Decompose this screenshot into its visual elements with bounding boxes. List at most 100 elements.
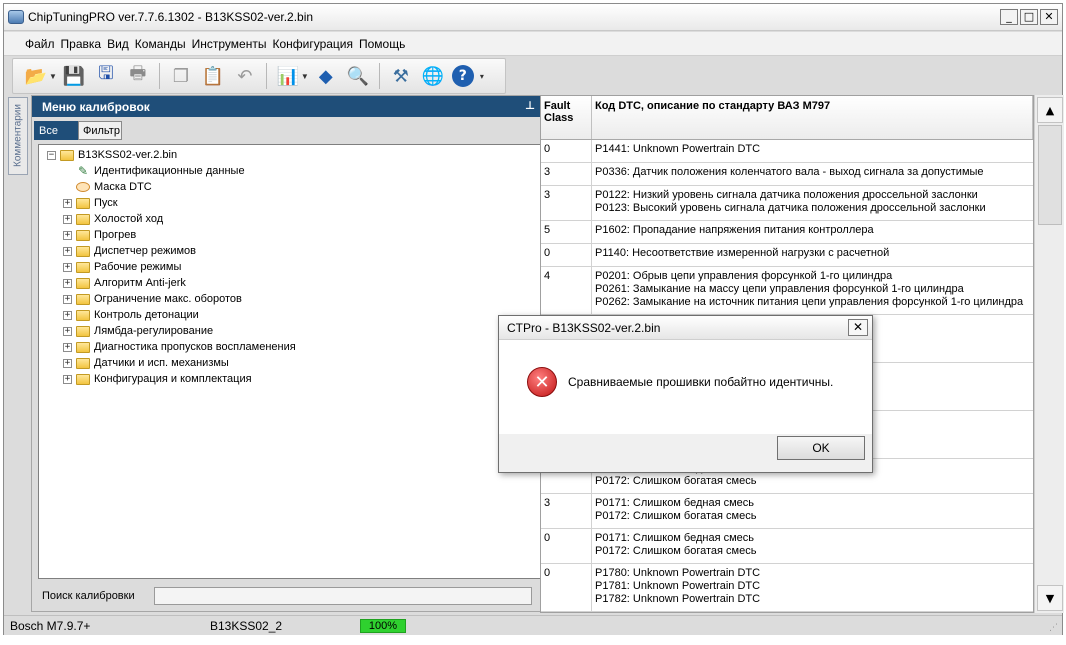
expand-icon[interactable]: + [63,374,72,384]
copy-icon[interactable]: ❐ [168,63,194,89]
expand-icon[interactable]: + [63,278,72,288]
tree-item-label: Рабочие режимы [94,261,182,273]
ok-button[interactable]: OK [777,436,865,460]
menu-view[interactable]: Вид [104,37,132,51]
menu-help[interactable]: Помощь [356,37,408,51]
tree-item[interactable]: + Диспетчер режимов [39,243,540,259]
tree-item[interactable]: ✎ Идентификационные данные [39,163,540,179]
table-row[interactable]: 0 P1441: Unknown Powertrain DTC [541,140,1033,163]
expand-icon[interactable]: + [63,294,72,304]
tree-item[interactable]: + Диагностика пропусков воспламенения [39,339,540,355]
column-dtc-description[interactable]: Код DTC, описание по стандарту ВАЗ М797 [592,96,1033,139]
menu-edit[interactable]: Правка [58,37,105,51]
expand-icon[interactable]: + [63,262,72,272]
close-button[interactable]: ✕ [1040,9,1058,25]
menu-tools[interactable]: Инструменты [189,37,270,51]
dtc-line: P0201: Обрыв цепи управления форсункой 1… [595,270,893,282]
pin-icon[interactable]: ⊥ [525,99,535,112]
info-icon[interactable]: ◆ [313,63,339,89]
toolbar-separator [265,63,267,89]
search-input[interactable] [154,587,532,605]
tree-item[interactable]: + Прогрев [39,227,540,243]
tree-item[interactable]: + Пуск [39,195,540,211]
table-row[interactable]: 5 P1602: Пропадание напряжения питания ко… [541,221,1033,244]
help-icon[interactable]: ? [451,65,474,87]
tree-item[interactable]: + Рабочие режимы [39,259,540,275]
dtc-line: P0123: Высокий уровень сигнала датчика п… [595,202,986,214]
scroll-down-button[interactable]: ▼ [1037,585,1063,611]
dtc-description-cell: P1602: Пропадание напряжения питания кон… [592,221,1033,243]
expand-icon[interactable]: + [63,246,72,256]
dtc-line: P0171: Слишком бедная смесь [595,497,755,509]
save-as-icon[interactable]: 🖫 [93,63,119,89]
dialog-message: Сравниваемые прошивки побайтно идентичны… [568,375,834,389]
tree-item[interactable]: + Лямбда-регулирование [39,323,540,339]
table-row[interactable]: 0 P0171: Слишком бедная смесь P0172: Слишк… [541,529,1033,564]
compare-icon[interactable]: 📊 [275,63,301,89]
dtc-line: P0261: Замыкание на массу цепи управлени… [595,283,964,295]
open-dropdown-icon[interactable]: ▼ [49,72,57,81]
folder-icon [76,277,90,289]
table-row[interactable]: 3P0171: Слишком бедная смесьP0172: Слишк… [541,494,1033,529]
dtc-description-cell: P0336: Датчик положения коленчатого вала… [592,163,1033,185]
calibration-search: Поиск калибровки [42,586,537,606]
tree-item[interactable]: + Ограничение макс. оборотов [39,291,540,307]
column-fault-class[interactable]: Fault Class [541,96,592,139]
tab-all[interactable]: Все [34,121,78,140]
status-progress: 100% [360,618,406,633]
dtc-description-cell: P0171: Слишком бедная смесьP0172: Слишко… [592,494,1033,528]
minimize-button[interactable]: _ [1000,9,1018,25]
tree-item[interactable]: + Конфигурация и комплектация [39,371,540,387]
expand-icon[interactable]: + [63,326,72,336]
tools-icon[interactable]: ⚒ [388,63,414,89]
mask-icon [76,182,90,192]
fault-class-cell: 5 [541,221,592,243]
dtc-description-cell: P1140: Несоответствие измеренной нагрузк… [592,244,1033,266]
paste-icon[interactable]: 📋 [200,63,226,89]
web-icon[interactable]: 🌐 [420,63,446,89]
tree-item[interactable]: + Датчики и исп. механизмы [39,355,540,371]
menu-commands[interactable]: Команды [132,37,189,51]
collapse-icon[interactable]: − [47,150,56,160]
tree-item[interactable]: Маска DTC [39,179,540,195]
expand-icon[interactable]: + [63,230,72,240]
tree-item[interactable]: + Контроль детонации [39,307,540,323]
menu-configuration[interactable]: Конфигурация [269,37,356,51]
search-icon[interactable]: 🔍 [345,63,371,89]
tab-filter[interactable]: Фильтр [78,121,122,140]
table-row[interactable]: 4 P0201: Обрыв цепи управления форсункой … [541,267,1033,315]
table-row[interactable]: 3 P0336: Датчик положения коленчатого вал… [541,163,1033,186]
scroll-up-button[interactable]: ▲ [1037,97,1063,123]
dialog-close-button[interactable]: ✕ [848,319,868,336]
table-row[interactable]: 3 P0122: Низкий уровень сигнала датчика п… [541,186,1033,221]
undo-icon[interactable]: ↶ [232,63,258,89]
comments-side-tab[interactable]: Комментарии [8,97,28,175]
resize-grip-icon[interactable]: ⋰ [1049,623,1058,633]
dtc-line: P0172: Слишком богатая смесь [595,545,757,557]
expand-icon[interactable]: + [63,358,72,368]
window-title: ChipTuningPRO ver.7.7.6.1302 - B13KSS02-… [28,10,314,24]
dtc-line: P0172: Слишком богатая смесь [595,475,757,487]
maximize-button[interactable]: □ [1020,9,1038,25]
expand-icon[interactable]: + [63,198,72,208]
table-row[interactable]: 0 P1780: Unknown Powertrain DTC P1781: Unk… [541,564,1033,612]
tree-item[interactable]: + Холостой ход [39,211,540,227]
print-icon[interactable]: 🖶 [125,63,151,89]
dtc-line: P0171: Слишком бедная смесь [595,532,755,544]
dtc-description-cell: P0171: Слишком бедная смесьP0172: Слишко… [592,529,1033,563]
tree-item[interactable]: + Алгоритм Anti-jerk [39,275,540,291]
menu-file[interactable]: Файл [22,37,58,51]
table-row[interactable]: 0 P1140: Несоответствие измеренной нагруз… [541,244,1033,267]
status-bar: Bosch M7.9.7+ B13KSS02_2 100% ⋰ [4,615,1062,635]
save-icon[interactable]: 💾 [61,63,87,89]
table-scrollbar[interactable]: ▲ ▼ [1034,95,1064,613]
expand-icon[interactable]: + [63,310,72,320]
open-folder-icon[interactable]: 📂 [23,63,49,89]
compare-dropdown-icon[interactable]: ▼ [301,72,309,81]
toolbar-overflow-icon[interactable]: ▾ [480,72,484,81]
scroll-thumb[interactable] [1038,125,1062,225]
expand-icon[interactable]: + [63,214,72,224]
tree-root[interactable]: − B13KSS02-ver.2.bin [39,147,540,163]
document-edit-icon: ✎ [77,164,89,178]
expand-icon[interactable]: + [63,342,72,352]
